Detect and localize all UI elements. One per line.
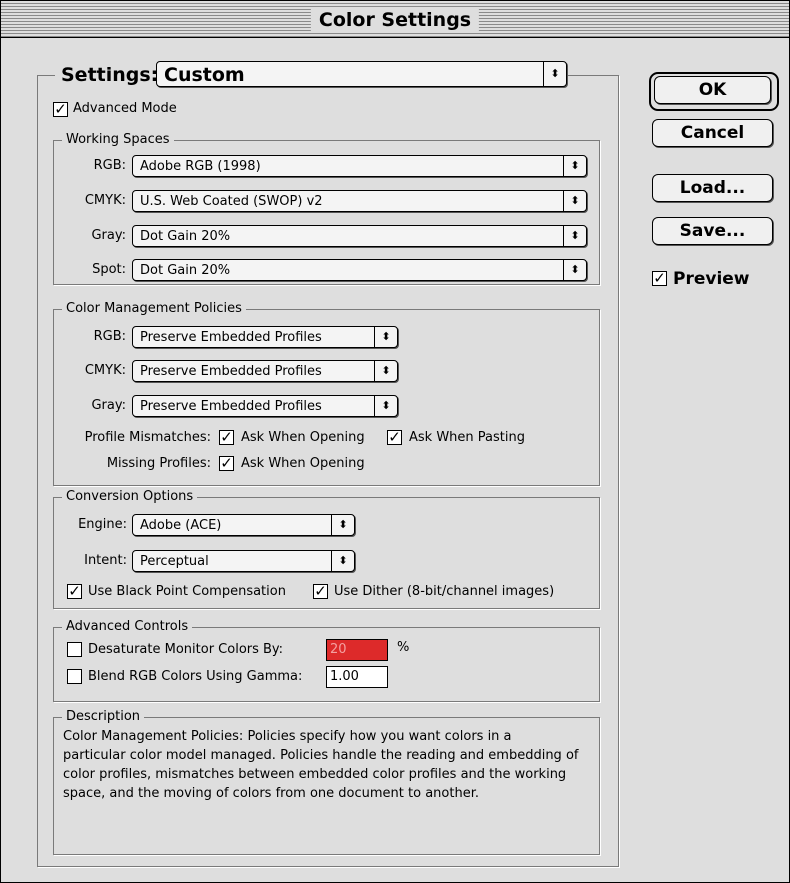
- popup-arrows-icon: ⬍: [563, 226, 586, 246]
- ws-gray-popup[interactable]: Dot Gain 20% ⬍: [132, 225, 587, 247]
- pol-cmyk-value: Preserve Embedded Profiles: [140, 364, 322, 379]
- settings-value: Custom: [164, 64, 245, 86]
- ws-cmyk-label: CMYK:: [84, 193, 126, 208]
- advanced-controls-title: Advanced Controls: [62, 619, 193, 635]
- blend-gamma-label: Blend RGB Colors Using Gamma:: [88, 669, 303, 684]
- advanced-mode-checkbox[interactable]: ✓: [53, 102, 68, 117]
- settings-label: Settings:: [55, 63, 165, 87]
- window-title: Color Settings: [310, 9, 480, 31]
- ws-rgb-value: Adobe RGB (1998): [140, 159, 261, 174]
- profile-mismatches-label: Profile Mismatches:: [84, 430, 211, 445]
- pol-rgb-popup[interactable]: Preserve Embedded Profiles ⬍: [132, 326, 398, 348]
- ws-rgb-popup[interactable]: Adobe RGB (1998) ⬍: [132, 155, 587, 177]
- popup-arrows-icon: ⬍: [374, 361, 397, 381]
- ask-when-pasting-label: Ask When Pasting: [409, 430, 525, 445]
- ws-cmyk-popup[interactable]: U.S. Web Coated (SWOP) v2 ⬍: [132, 190, 587, 212]
- pol-rgb-label: RGB:: [93, 329, 126, 344]
- pol-gray-value: Preserve Embedded Profiles: [140, 399, 322, 414]
- advanced-mode-label: Advanced Mode: [73, 101, 177, 116]
- popup-arrows-icon: ⬍: [563, 191, 586, 211]
- policies-title: Color Management Policies: [62, 301, 246, 317]
- engine-label: Engine:: [78, 517, 127, 532]
- popup-arrows-icon: ⬍: [563, 156, 586, 176]
- pol-gray-popup[interactable]: Preserve Embedded Profiles ⬍: [132, 395, 398, 417]
- description-title: Description: [62, 709, 145, 725]
- intent-popup[interactable]: Perceptual ⬍: [132, 550, 355, 572]
- missing-ask-when-opening-label: Ask When Opening: [241, 456, 365, 471]
- pol-rgb-value: Preserve Embedded Profiles: [140, 330, 322, 345]
- ask-when-pasting-checkbox[interactable]: ✓: [387, 430, 402, 445]
- ok-button[interactable]: OK: [654, 76, 771, 104]
- blend-gamma-field[interactable]: 1.00: [326, 666, 388, 688]
- ws-rgb-label: RGB:: [93, 158, 126, 173]
- dither-label: Use Dither (8-bit/channel images): [334, 584, 555, 599]
- desaturate-unit: %: [397, 640, 410, 655]
- intent-value: Perceptual: [140, 554, 209, 569]
- color-settings-dialog: Color Settings Settings: Custom ⬍ ✓ Adva…: [0, 0, 790, 883]
- ws-spot-label: Spot:: [92, 262, 126, 277]
- engine-value: Adobe (ACE): [140, 518, 222, 533]
- conversion-title: Conversion Options: [62, 489, 198, 505]
- description-line-3: color profiles, mismatches between embed…: [63, 767, 567, 782]
- ws-cmyk-value: U.S. Web Coated (SWOP) v2: [140, 194, 323, 209]
- description-line-4: space, and the moving of colors from one…: [63, 786, 479, 801]
- missing-profiles-label: Missing Profiles:: [106, 456, 211, 471]
- engine-popup[interactable]: Adobe (ACE) ⬍: [132, 514, 355, 536]
- ask-when-opening-checkbox[interactable]: ✓: [219, 430, 234, 445]
- popup-arrows-icon: ⬍: [543, 62, 566, 86]
- save-button[interactable]: Save...: [652, 217, 773, 245]
- desaturate-field[interactable]: 20: [326, 639, 388, 661]
- title-bar[interactable]: Color Settings: [1, 1, 789, 38]
- desaturate-label: Desaturate Monitor Colors By:: [88, 642, 284, 657]
- ws-spot-value: Dot Gain 20%: [140, 263, 231, 278]
- popup-arrows-icon: ⬍: [374, 396, 397, 416]
- pol-gray-label: Gray:: [91, 398, 126, 413]
- popup-arrows-icon: ⬍: [563, 260, 586, 280]
- ask-when-opening-label: Ask When Opening: [241, 430, 365, 445]
- pol-cmyk-popup[interactable]: Preserve Embedded Profiles ⬍: [132, 360, 398, 382]
- load-button[interactable]: Load...: [652, 174, 773, 202]
- working-spaces-title: Working Spaces: [62, 132, 174, 148]
- settings-popup[interactable]: Custom ⬍: [156, 61, 567, 87]
- desaturate-checkbox[interactable]: [67, 642, 82, 657]
- intent-label: Intent:: [84, 553, 127, 568]
- preview-label: Preview: [673, 269, 750, 289]
- ws-spot-popup[interactable]: Dot Gain 20% ⬍: [132, 259, 587, 281]
- popup-arrows-icon: ⬍: [331, 551, 354, 571]
- missing-ask-when-opening-checkbox[interactable]: ✓: [219, 456, 234, 471]
- cancel-button[interactable]: Cancel: [652, 119, 773, 147]
- ws-gray-label: Gray:: [91, 228, 126, 243]
- ws-gray-value: Dot Gain 20%: [140, 229, 231, 244]
- description-line-2: particular color model managed. Policies…: [63, 748, 579, 763]
- popup-arrows-icon: ⬍: [374, 327, 397, 347]
- black-point-label: Use Black Point Compensation: [88, 584, 286, 599]
- dither-checkbox[interactable]: ✓: [313, 584, 328, 599]
- black-point-checkbox[interactable]: ✓: [67, 584, 82, 599]
- pol-cmyk-label: CMYK:: [84, 363, 126, 378]
- popup-arrows-icon: ⬍: [331, 515, 354, 535]
- preview-checkbox[interactable]: ✓: [652, 271, 667, 286]
- description-line-1: Color Management Policies: Policies spec…: [63, 729, 512, 744]
- blend-gamma-checkbox[interactable]: [67, 669, 82, 684]
